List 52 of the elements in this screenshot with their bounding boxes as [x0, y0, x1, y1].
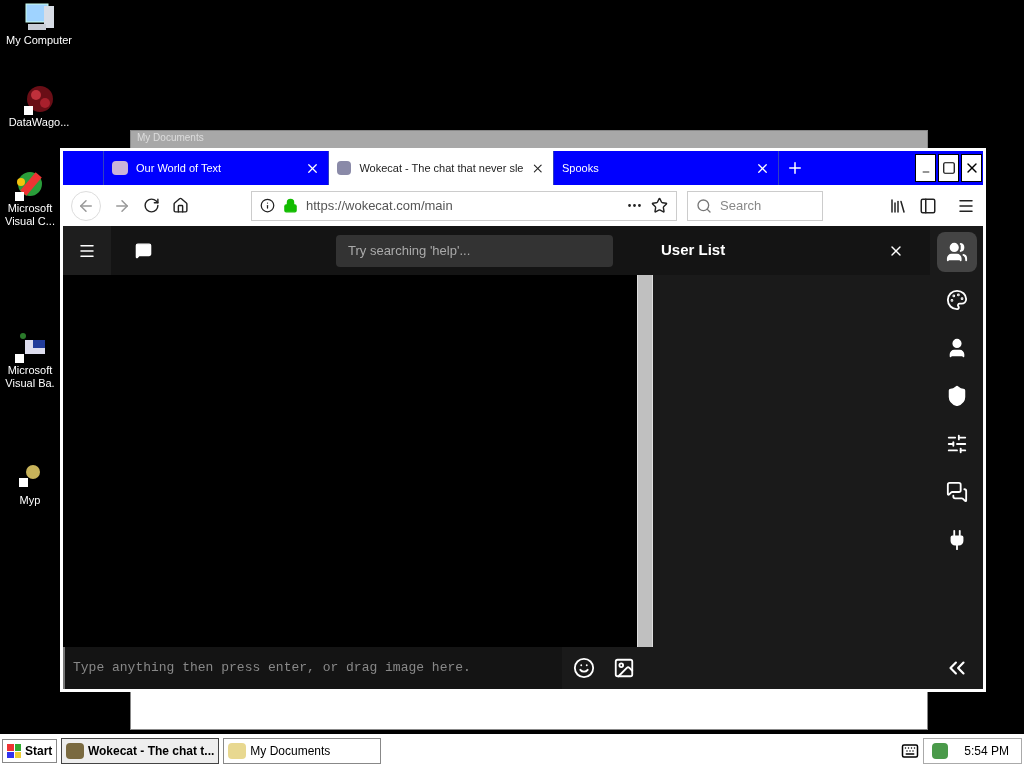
- basic-icon: [13, 332, 47, 364]
- message-input[interactable]: Type anything then press enter, or drag image here.: [63, 647, 562, 689]
- panel-title: User List: [661, 240, 727, 261]
- browser-tab[interactable]: Wokecat - The chat that never sle: [328, 151, 553, 185]
- library-icon[interactable]: [889, 196, 907, 215]
- network-icon[interactable]: [932, 743, 949, 759]
- address-bar[interactable]: https://wokecat.com/main: [251, 190, 677, 221]
- reload-icon[interactable]: [143, 197, 160, 214]
- tab-title: Our World of Text: [136, 160, 223, 176]
- message-placeholder: Type anything then press enter, or drag image here.: [73, 659, 471, 678]
- search-placeholder: Try searching 'help'...: [348, 241, 471, 260]
- desktop-icon-label[interactable]: Microsoft: [7, 202, 53, 215]
- search-icon: [696, 197, 712, 214]
- users-icon[interactable]: [936, 232, 977, 272]
- desktop-icon-label[interactable]: Visual C...: [5, 215, 55, 228]
- desktop-icon-label[interactable]: Myp: [19, 494, 41, 507]
- keyboard-icon[interactable]: [901, 742, 920, 760]
- scrollbar[interactable]: [637, 275, 653, 647]
- tab-title: Spooks: [562, 160, 600, 176]
- taskbar-button[interactable]: My Documents: [223, 738, 382, 764]
- app-icon: [228, 743, 247, 759]
- desktop-icon-label[interactable]: My Computer: [6, 34, 72, 47]
- chat-icon[interactable]: [135, 242, 152, 259]
- new-tab-icon[interactable]: [786, 159, 804, 177]
- maximize-button[interactable]: [938, 154, 959, 182]
- chat-search-field[interactable]: Try searching 'help'...: [336, 234, 613, 267]
- close-button[interactable]: [961, 154, 982, 182]
- tab-title: Wokecat - The chat that never sle: [359, 160, 524, 176]
- menu-button[interactable]: [63, 226, 111, 275]
- url-text: https://wokecat.com/main: [306, 196, 454, 215]
- windows-logo-icon: [7, 744, 21, 758]
- minimize-button[interactable]: [915, 154, 936, 182]
- emoji-icon[interactable]: [573, 657, 595, 679]
- lock-icon: [283, 198, 298, 213]
- info-icon[interactable]: [260, 198, 275, 213]
- sidebar-icon[interactable]: [919, 196, 937, 215]
- network-icon: [22, 84, 56, 116]
- start-button[interactable]: Start: [2, 739, 58, 763]
- app-icon: [66, 743, 84, 759]
- desktop-icon-label[interactable]: DataWago...: [8, 116, 70, 129]
- image-icon[interactable]: [613, 657, 635, 679]
- maximize-icon: [941, 161, 956, 175]
- search-field[interactable]: Search: [687, 190, 823, 221]
- search-placeholder: Search: [720, 196, 762, 215]
- star-icon[interactable]: [651, 197, 668, 214]
- tab-favicon-icon: [112, 161, 128, 175]
- taskbar-button[interactable]: Wokecat - The chat t...: [61, 738, 220, 764]
- tab-favicon-icon: [337, 161, 352, 175]
- clock: 5:54 PM: [963, 743, 1010, 760]
- home-icon[interactable]: [172, 197, 189, 214]
- desktop-icon-label[interactable]: Microsoft: [7, 364, 53, 377]
- desktop-icon-label[interactable]: Visual Ba.: [5, 377, 55, 390]
